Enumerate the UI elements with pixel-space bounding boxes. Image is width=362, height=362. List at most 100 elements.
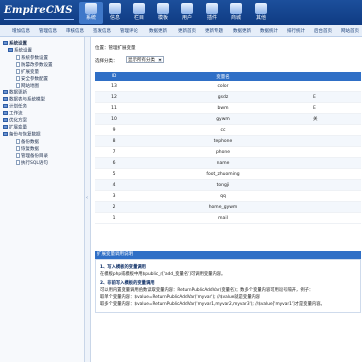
nav-other[interactable]: 其他 [249,2,273,24]
nav-template-label: 模板 [157,15,168,21]
row-varname[interactable]: name [133,157,313,169]
chevron-left-icon: ‹ [86,195,88,201]
tree-item[interactable]: 计划任务 [3,104,27,110]
quick-link-add-info[interactable]: 增加信息 [12,28,30,34]
quick-link-update-home[interactable]: 更新首页 [178,28,196,34]
row-id: 10 [95,113,133,125]
tree-item-label: 备份数据 [21,140,39,145]
tree-item[interactable]: 优化方案 [3,118,27,124]
table-row[interactable]: 1 mail [95,212,361,224]
page-icon [16,69,20,74]
table-row[interactable]: 3 qq [95,190,361,202]
table-row[interactable]: 7 phone [95,146,361,158]
tree-item-label: 系统设置 [14,48,32,54]
quick-link-data-update[interactable]: 数据更新 [149,28,167,34]
quick-link-sign-info[interactable]: 签发信息 [93,28,111,34]
table-header: ID 变量名 [95,72,361,81]
row-varname[interactable]: tephone [133,135,313,147]
col-header-name: 变量名 [133,72,313,81]
quick-link-rank-stats[interactable]: 排行统计 [287,28,305,34]
tree-item[interactable]: 安全参数配置 [16,76,48,82]
nav-column[interactable]: 栏目 [127,2,151,24]
folder-icon [3,132,8,136]
row-extra [313,212,361,224]
table-row[interactable]: 2 home_gywm [95,201,361,213]
row-varname[interactable]: gsdz [133,91,313,103]
help-body: 1、写入模板的变量调用 在模板php或模板中用$public_r['add_变量… [95,259,361,313]
folder-icon [3,90,8,94]
quick-link-manage-info[interactable]: 管理信息 [39,28,57,34]
empirecms-logo: EmpireCMS [4,5,73,16]
table-row[interactable]: 10 gywm 关 [95,113,361,125]
category-filter-label: 选择分类： [95,59,118,64]
row-extra: 关 [313,113,361,125]
row-varname[interactable]: tongji [133,179,313,191]
nav-info[interactable]: 信息 [103,2,127,24]
tree-item[interactable]: 扩展变量 [3,125,27,131]
row-varname[interactable]: mail [133,212,313,224]
row-varname[interactable]: foot_zhuoming [133,168,313,180]
table-row[interactable]: 9 cc [95,124,361,136]
row-extra: E [313,91,361,103]
help-heading: 2、非前写入模板的变量调用 [100,281,155,286]
nav-system[interactable]: 系统 [79,2,103,24]
quick-link-site-home[interactable]: 网站首页 [341,28,359,34]
breadcrumb: 位置：管理扩展变量 [95,46,136,51]
table-row[interactable]: 8 tephone [95,135,361,147]
tree-item[interactable]: 数据更新 [3,90,27,96]
plugin-icon [206,3,218,14]
tree-item[interactable]: 备份数据 [16,139,39,145]
row-varname[interactable]: phone [133,146,313,158]
tree-item[interactable]: 工作流 [3,111,23,117]
info-icon [109,3,121,14]
tree-item[interactable]: 扩展变量 [16,69,39,75]
page-icon [16,62,20,67]
tree-item[interactable]: 网站地图 [16,83,39,89]
quick-link-review-info[interactable]: 审核信息 [66,28,84,34]
tree-item-label: 管理备份目录 [21,154,48,159]
tree-item-label: 系统参数设置 [21,56,48,61]
page-icon [16,139,20,144]
help-text: 可以用内置变量调用函数读取变量内容：ReturnPublicAddVar(变量名… [100,288,314,293]
row-varname[interactable]: home_gywm [133,201,313,213]
tree-item[interactable]: 备份与恢复数据 [3,132,41,138]
nav-plugin[interactable]: 插件 [200,2,224,24]
page-icon [16,83,20,88]
table-row[interactable]: 12 gsdz E [95,91,361,103]
quick-link-admin-home[interactable]: 后台首页 [314,28,332,34]
nav-shop[interactable]: 商城 [224,2,248,24]
quick-link-manage-comments[interactable]: 管理评论 [120,28,138,34]
row-id: 7 [95,146,133,158]
tree-item[interactable]: 管理备份目录 [16,153,48,159]
tree-item[interactable]: 恢复数据 [16,146,39,152]
quick-link-update-topic[interactable]: 更新专题 [205,28,223,34]
tree-item[interactable]: 执行SQL语句 [16,160,48,166]
page-icon [16,76,20,81]
table-row[interactable]: 13 color [95,81,361,92]
row-varname[interactable]: cc [133,124,313,136]
folder-icon [3,41,8,45]
category-select[interactable]: 显示所有分类 ▼ [126,56,164,63]
tree-item-label: 扩展变量 [9,125,27,131]
tree-item[interactable]: 防篡改参数设置 [16,62,53,68]
quick-link-data-stats[interactable]: 数据统计 [260,28,278,34]
tree-root[interactable]: 系统设置 [3,41,27,47]
tree-item[interactable]: 数据表与系统模型 [3,97,45,103]
nav-template[interactable]: 模板 [151,2,175,24]
table-row[interactable]: 4 tongji [95,179,361,191]
row-varname[interactable]: bwm [133,102,313,114]
quick-link-data-update-2[interactable]: 数据更新 [233,28,251,34]
page-icon [16,55,20,60]
table-row[interactable]: 6 name [95,157,361,169]
tree-item[interactable]: 系统设置 [8,48,32,54]
folder-icon [3,125,8,129]
nav-user[interactable]: 用户 [175,2,199,24]
row-varname[interactable]: color [133,81,313,92]
table-row[interactable]: 5 foot_zhuoming [95,168,361,180]
row-varname[interactable]: gywm [133,113,313,125]
row-id: 3 [95,190,133,202]
table-row[interactable]: 11 bwm E [95,102,361,114]
tree-item[interactable]: 系统参数设置 [16,55,48,61]
row-varname[interactable]: qq [133,190,313,202]
help-text: 在模板php或模板中用$public_r['add_变量名']可调用变量内容。 [100,272,226,277]
